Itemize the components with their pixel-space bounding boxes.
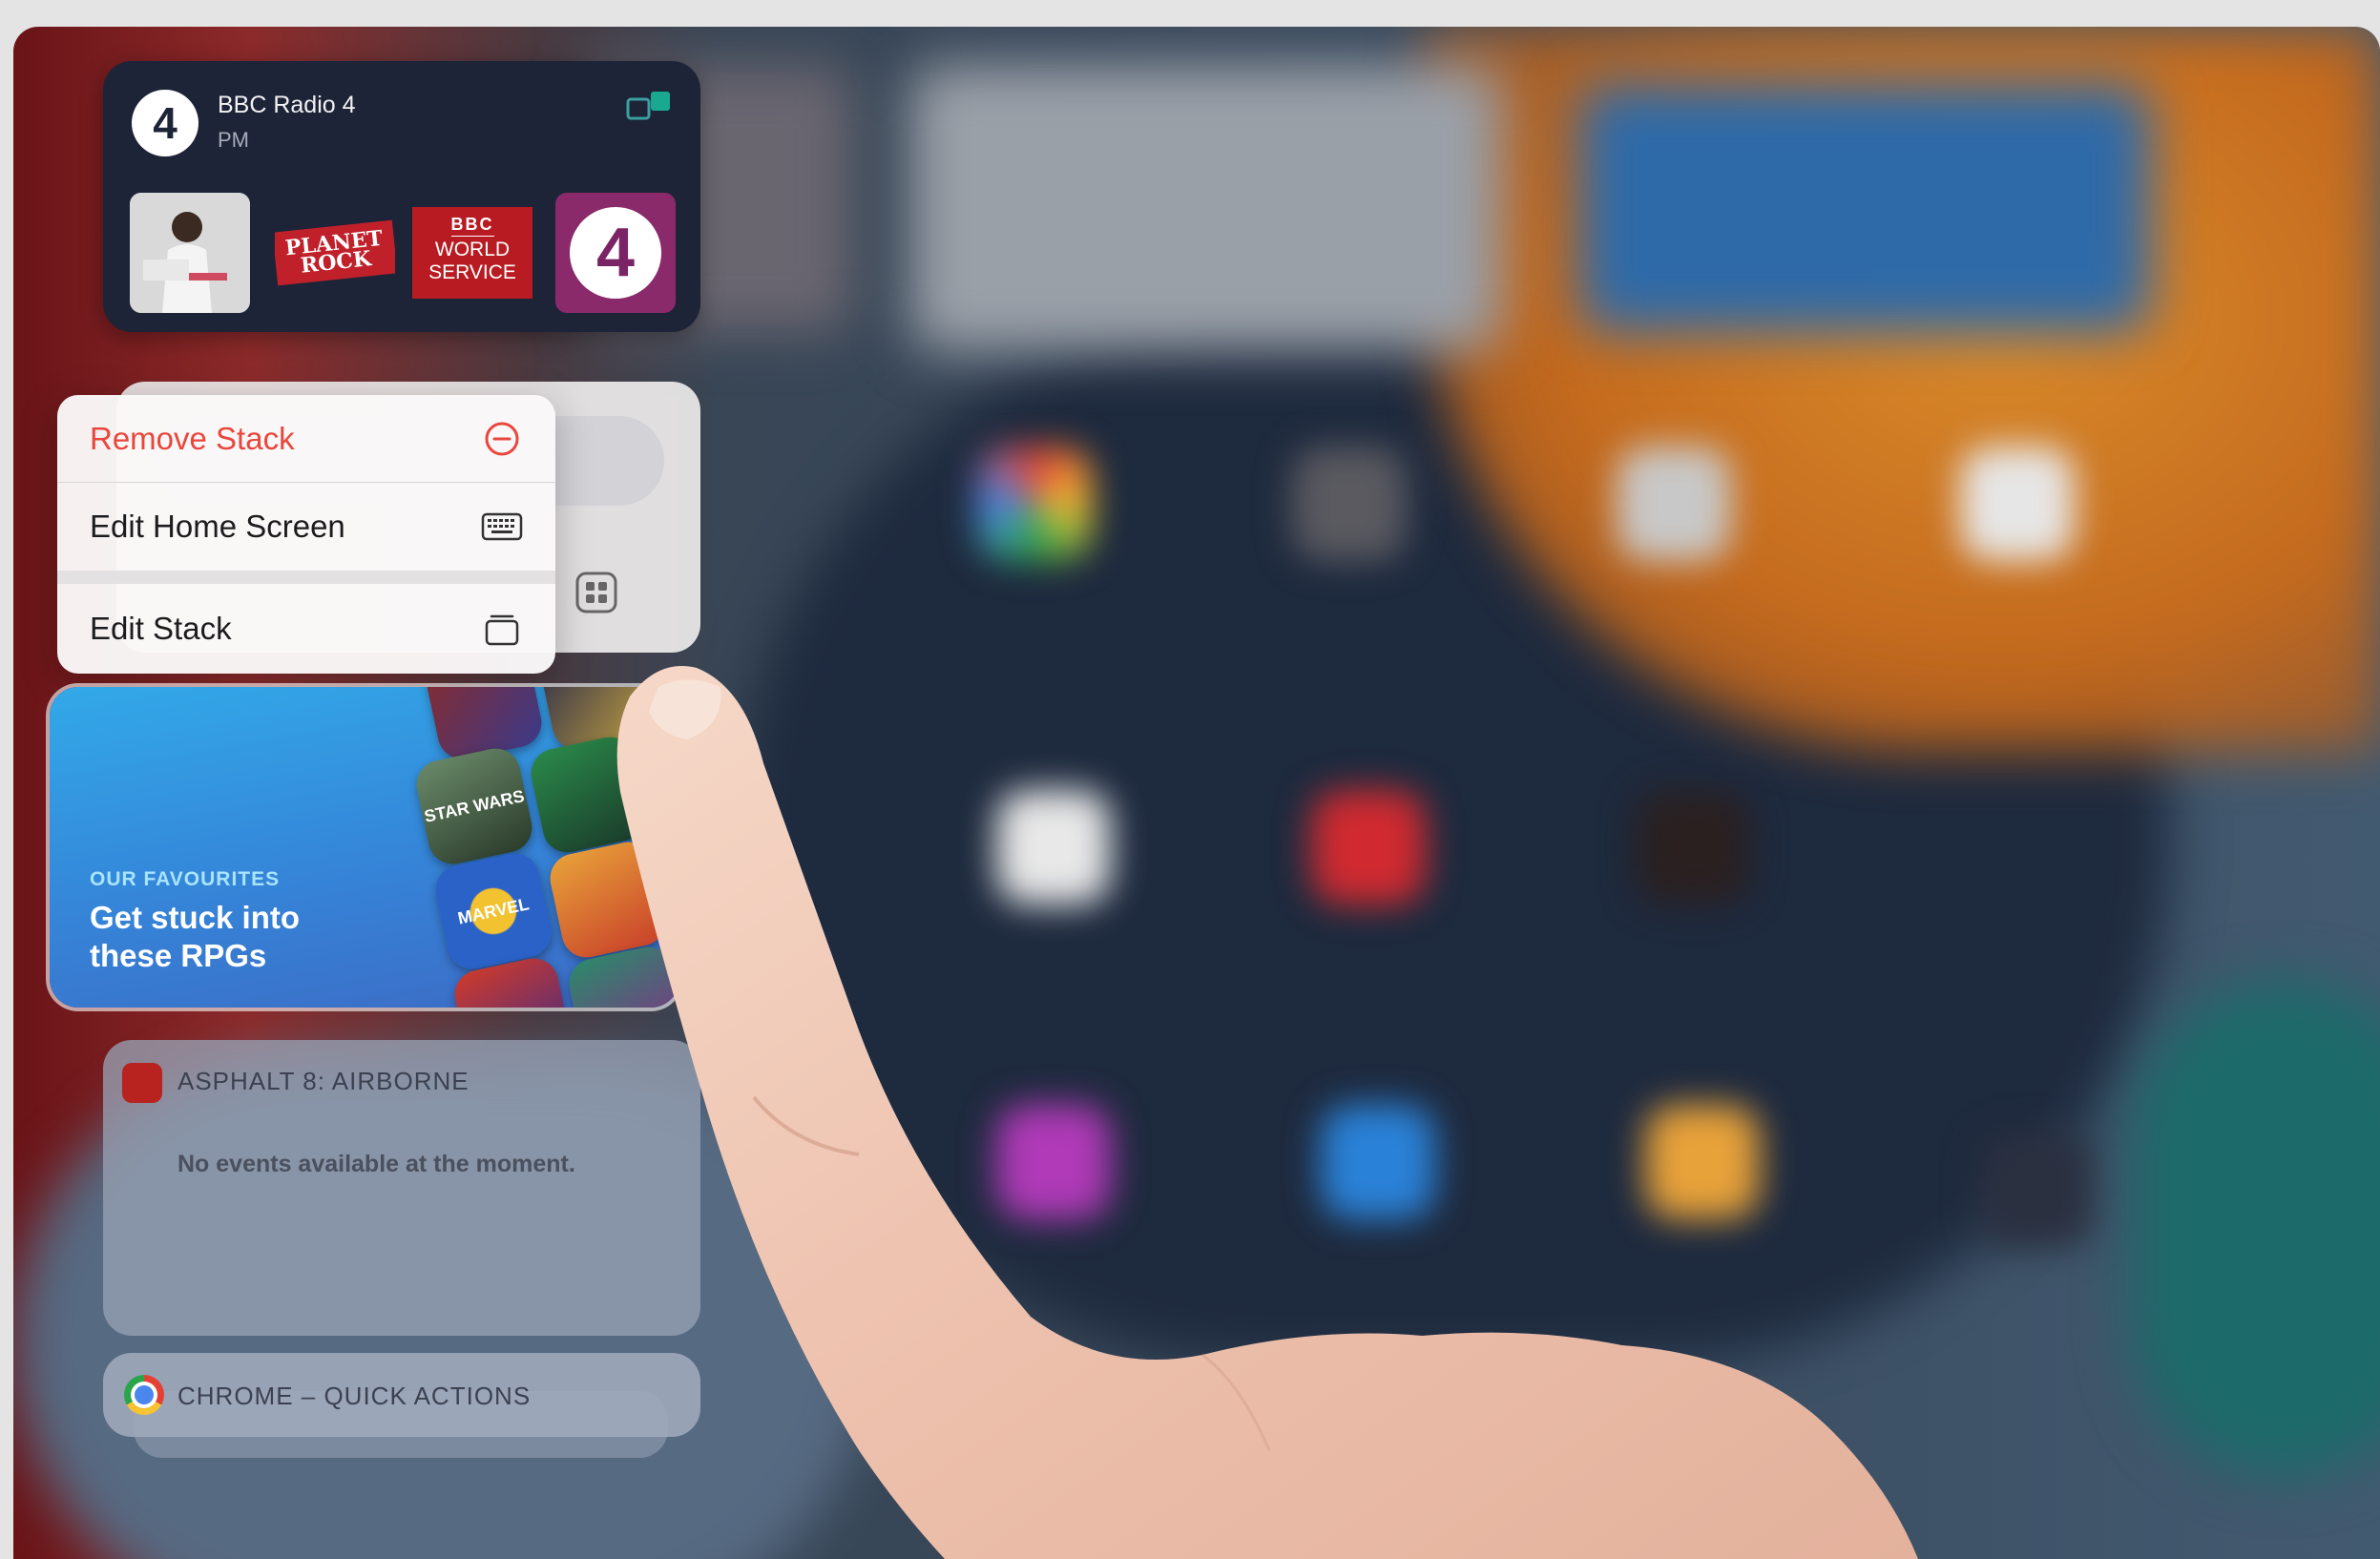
planet-rock-thumbnail[interactable]: PLANET ROCK [275, 193, 395, 313]
station-name: BBC Radio 4 [218, 92, 356, 118]
radio-4-extra-thumbnail[interactable]: 4 [555, 193, 676, 313]
radio-widget[interactable]: 4 BBC Radio 4 PM PLANET ROCK BBC WORLD S… [103, 61, 700, 332]
star-wars-game-tile: STAR WARS [411, 743, 537, 869]
widget-title: ASPHALT 8: AIRBORNE [177, 1067, 470, 1095]
menu-item-label: Edit Home Screen [90, 509, 345, 544]
blurred-app-icon [1960, 447, 2075, 561]
widget-grid-icon [574, 571, 618, 614]
blurred-widget [1578, 84, 2151, 332]
keyboard-icon [481, 506, 523, 548]
rpg-widget-title: Get stuck into these RPGs [90, 900, 301, 973]
blurred-app-icon [996, 790, 1111, 904]
blurred-app-icon [1979, 1133, 2094, 1248]
bbc-logo: BBC [450, 213, 494, 237]
asphalt-app-icon [122, 1063, 162, 1103]
menu-item-label: Remove Stack [90, 420, 295, 456]
blurred-app-icon [1636, 790, 1750, 904]
planet-rock-logo: PLANET ROCK [275, 219, 395, 286]
blurred-widget [910, 65, 1502, 351]
sounds-app-icon [626, 92, 670, 120]
blurred-app-icon [1311, 790, 1426, 904]
minus-circle-icon [481, 418, 523, 460]
empty-state-message: No events available at the moment. [177, 1151, 575, 1177]
widget-title: CHROME – QUICK ACTIONS [177, 1382, 532, 1410]
blurred-app-icon [1321, 1105, 1435, 1219]
remove-stack-menu-item[interactable]: Remove Stack [57, 395, 555, 483]
stack-context-menu: Remove Stack Edit Home Screen Edit Stack [57, 395, 555, 674]
blurred-app-icon [1292, 447, 1407, 561]
stack-icon [481, 608, 523, 650]
chrome-icon [124, 1375, 164, 1415]
rpg-widget-kicker: OUR FAVOURITES [90, 868, 281, 890]
menu-item-label: Edit Stack [90, 611, 232, 646]
blurred-wallpaper-region [2132, 981, 2380, 1477]
edit-stack-menu-item[interactable]: Edit Stack [57, 584, 555, 674]
radio-4-logo: 4 [132, 90, 198, 156]
blurred-app-icon [1645, 1105, 1760, 1219]
blurred-app-icon [977, 447, 1092, 561]
chrome-quick-actions-widget[interactable]: CHROME – QUICK ACTIONS [103, 1353, 700, 1437]
artist-thumbnail[interactable] [130, 193, 250, 313]
marvel-game-tile: MARVEL [430, 848, 556, 974]
game-tile [545, 837, 671, 963]
radio-4-extra-logo: 4 [570, 207, 661, 299]
blurred-app-icon [996, 1105, 1111, 1219]
world-service-thumbnail[interactable]: BBC WORLD SERVICE [412, 193, 532, 313]
programme-name: PM [218, 128, 249, 152]
blurred-app-icon [1617, 447, 1731, 561]
edit-home-screen-menu-item[interactable]: Edit Home Screen [57, 483, 555, 571]
world-service-label: WORLD SERVICE [428, 239, 516, 283]
asphalt-events-widget[interactable]: ASPHALT 8: AIRBORNE No events available … [103, 1040, 700, 1336]
game-tile [526, 732, 652, 858]
app-store-rpg-widget[interactable]: STAR WARS MARVEL OUR FAVOURITES Get stuc… [50, 687, 679, 1008]
menu-separator [57, 571, 555, 584]
